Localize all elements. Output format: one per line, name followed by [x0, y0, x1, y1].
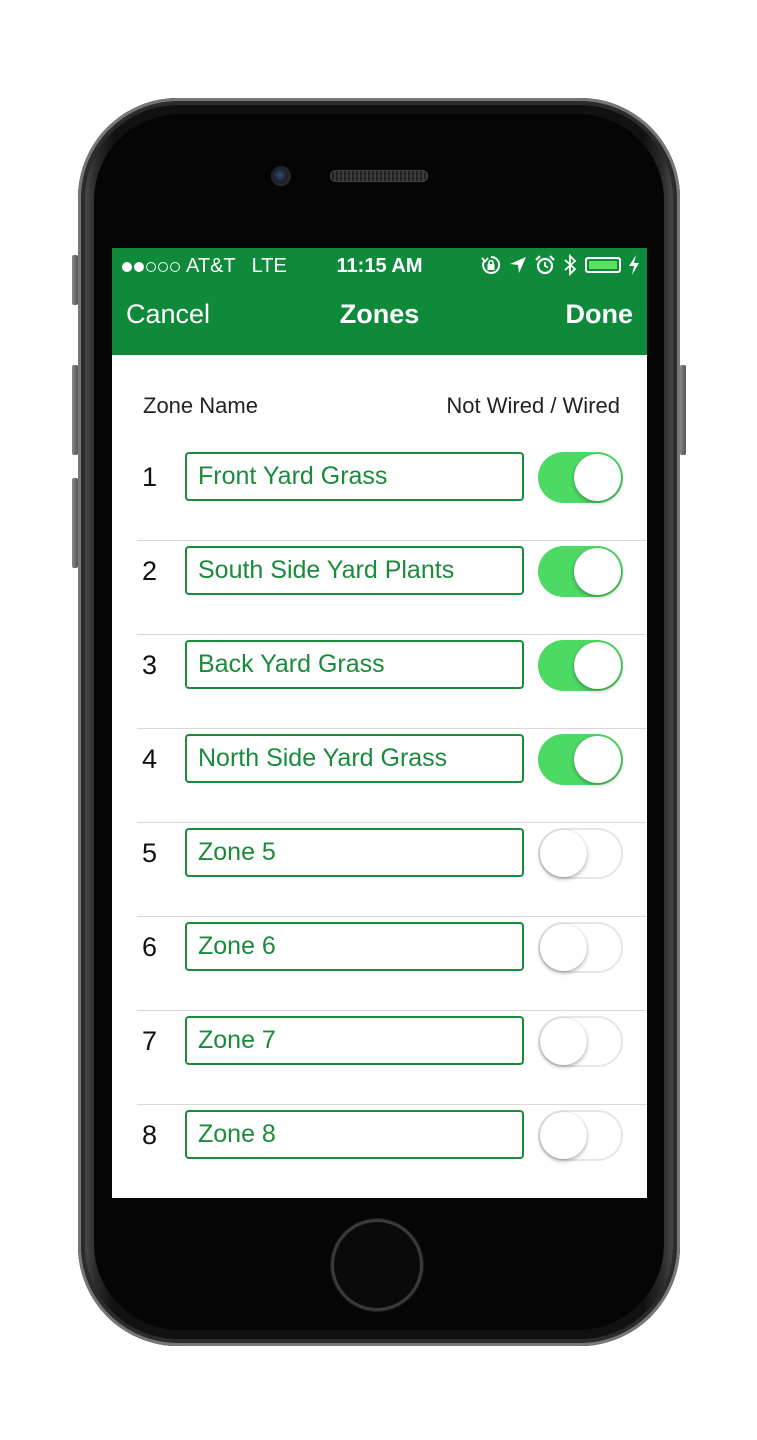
- volume-up-button: [72, 365, 78, 455]
- zone-number: 8: [142, 1120, 158, 1150]
- screen: AT&T LTE 11:15 AM Cancel Zones Done Zone…: [112, 248, 647, 1198]
- location-arrow-icon: [510, 257, 526, 273]
- zone-row: 8: [112, 1105, 647, 1198]
- zone-name-field[interactable]: [185, 452, 524, 501]
- toggle-knob: [540, 1018, 587, 1065]
- wired-toggle[interactable]: [538, 1110, 623, 1161]
- zone-row: 7: [112, 1011, 647, 1105]
- toggle-knob: [540, 924, 587, 971]
- power-button: [680, 365, 686, 455]
- wired-toggle[interactable]: [538, 546, 623, 597]
- toggle-knob: [574, 454, 621, 501]
- zone-row: 4: [112, 729, 647, 823]
- zone-name-field[interactable]: [185, 922, 524, 971]
- wired-header: Not Wired / Wired: [446, 393, 620, 418]
- app-header: AT&T LTE 11:15 AM Cancel Zones Done: [112, 248, 647, 355]
- wired-toggle[interactable]: [538, 734, 623, 785]
- mute-switch: [72, 255, 78, 305]
- zone-row: 3: [112, 635, 647, 729]
- earpiece-speaker: [330, 170, 428, 182]
- toggle-knob: [540, 830, 587, 877]
- column-headers: Zone Name Not Wired / Wired: [112, 355, 647, 418]
- zone-name-header: Zone Name: [143, 393, 258, 418]
- zone-name-field[interactable]: [185, 640, 524, 689]
- zone-number: 5: [142, 838, 158, 868]
- battery-icon: [585, 257, 621, 273]
- navigation-bar: Cancel Zones Done: [112, 284, 647, 355]
- done-button[interactable]: Done: [566, 299, 634, 330]
- zone-row: 6: [112, 917, 647, 1011]
- battery-fill: [589, 261, 617, 269]
- status-bar: AT&T LTE 11:15 AM: [112, 248, 647, 284]
- wired-toggle[interactable]: [538, 922, 623, 973]
- zone-number: 4: [142, 744, 158, 774]
- zone-row: 5: [112, 823, 647, 917]
- toggle-knob: [574, 642, 621, 689]
- alarm-icon: [535, 255, 555, 275]
- wired-toggle[interactable]: [538, 452, 623, 503]
- zone-name-field[interactable]: [185, 828, 524, 877]
- zone-name-field[interactable]: [185, 1110, 524, 1159]
- wired-toggle[interactable]: [538, 640, 623, 691]
- zone-name-field[interactable]: [185, 1016, 524, 1065]
- zone-number: 3: [142, 650, 158, 680]
- zone-number: 6: [142, 932, 158, 962]
- volume-down-button: [72, 478, 78, 568]
- wired-toggle[interactable]: [538, 1016, 623, 1067]
- bluetooth-icon: [564, 254, 577, 276]
- toggle-knob: [540, 1112, 587, 1159]
- charging-bolt-icon: [629, 255, 639, 275]
- toggle-knob: [574, 548, 621, 595]
- zone-row: 2: [112, 541, 647, 635]
- zone-row: 1: [112, 447, 647, 541]
- zone-number: 2: [142, 556, 158, 586]
- zone-name-field[interactable]: [185, 734, 524, 783]
- zone-number: 7: [142, 1026, 158, 1056]
- zone-list: 1 2 3 4 5 6 7 8: [112, 447, 647, 1198]
- zone-name-field[interactable]: [185, 546, 524, 595]
- toggle-knob: [574, 736, 621, 783]
- status-right: [481, 254, 639, 276]
- wired-toggle[interactable]: [538, 828, 623, 879]
- home-button[interactable]: [331, 1219, 423, 1311]
- zone-number: 1: [142, 462, 158, 492]
- rotation-lock-icon: [481, 255, 501, 274]
- front-camera: [271, 166, 291, 186]
